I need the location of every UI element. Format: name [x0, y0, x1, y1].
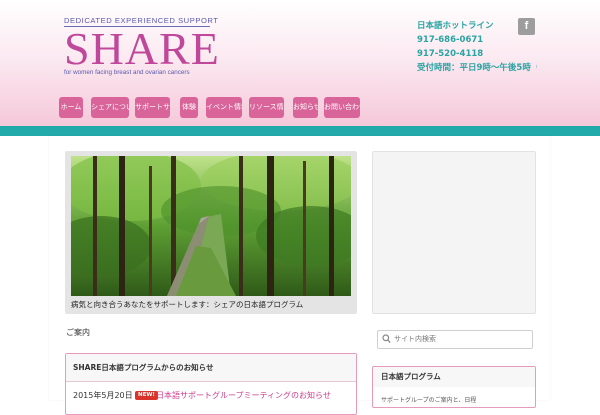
hotline-phone-1[interactable]: 917-686-0671 [417, 33, 537, 47]
nav-item-resources[interactable]: リソース情報 [249, 97, 284, 118]
hotline-hours: 受付時間：平日9時〜午後5時（NY時間） [417, 63, 537, 73]
sidebar-widget-title: 日本語プログラム [373, 367, 535, 387]
nav-item-about[interactable]: シェアについて [91, 97, 129, 118]
nav-item-news[interactable]: お知らせ [293, 97, 318, 118]
news-item: 2015年5月20日 NEW! 日本語サポートグループミーティングのお知らせ [66, 382, 356, 404]
facebook-icon[interactable]: f [518, 18, 535, 35]
news-date: 2015年5月20日 [73, 391, 133, 400]
news-panel-title: SHARE日本語プログラムからのお知らせ [66, 354, 356, 382]
news-panel: SHARE日本語プログラムからのお知らせ 2015年5月20日 NEW! 日本語… [65, 353, 357, 415]
header-divider [0, 126, 600, 136]
hotline-phone-2[interactable]: 917-520-4118 [417, 47, 537, 61]
nav-item-experience[interactable]: 体験 [180, 97, 198, 118]
news-link[interactable]: 日本語サポートグループミーティングのお知らせ [156, 390, 351, 401]
sidebar-widget: 日本語プログラム サポートグループのご案内と、日程 [372, 366, 536, 408]
logo-subtitle: for women facing breast and ovarian canc… [64, 69, 190, 76]
search-icon [382, 334, 391, 344]
search-box[interactable] [377, 330, 533, 349]
nav-item-support[interactable]: サポートサービス [135, 97, 170, 118]
site-logo[interactable]: DEDICATED EXPERIENCED SUPPORT SHARE for … [64, 16, 220, 76]
search-input[interactable] [394, 332, 526, 346]
sidebar-banner [372, 151, 536, 314]
new-badge: NEW! [135, 391, 158, 400]
hero-slider[interactable]: 病気と向き合うあなたをサポートします：シェアの日本語プログラム [65, 151, 357, 314]
logo-name: SHARE [64, 23, 220, 74]
section-label: ご案内 [66, 328, 90, 337]
forest-path-image [71, 156, 351, 296]
nav-item-home[interactable]: ホーム [59, 97, 83, 118]
nav-item-contact[interactable]: お問い合わせ [324, 97, 360, 118]
nav-item-events[interactable]: イベント情報 [206, 97, 242, 118]
slider-caption[interactable]: 病気と向き合うあなたをサポートします：シェアの日本語プログラム [71, 299, 351, 310]
